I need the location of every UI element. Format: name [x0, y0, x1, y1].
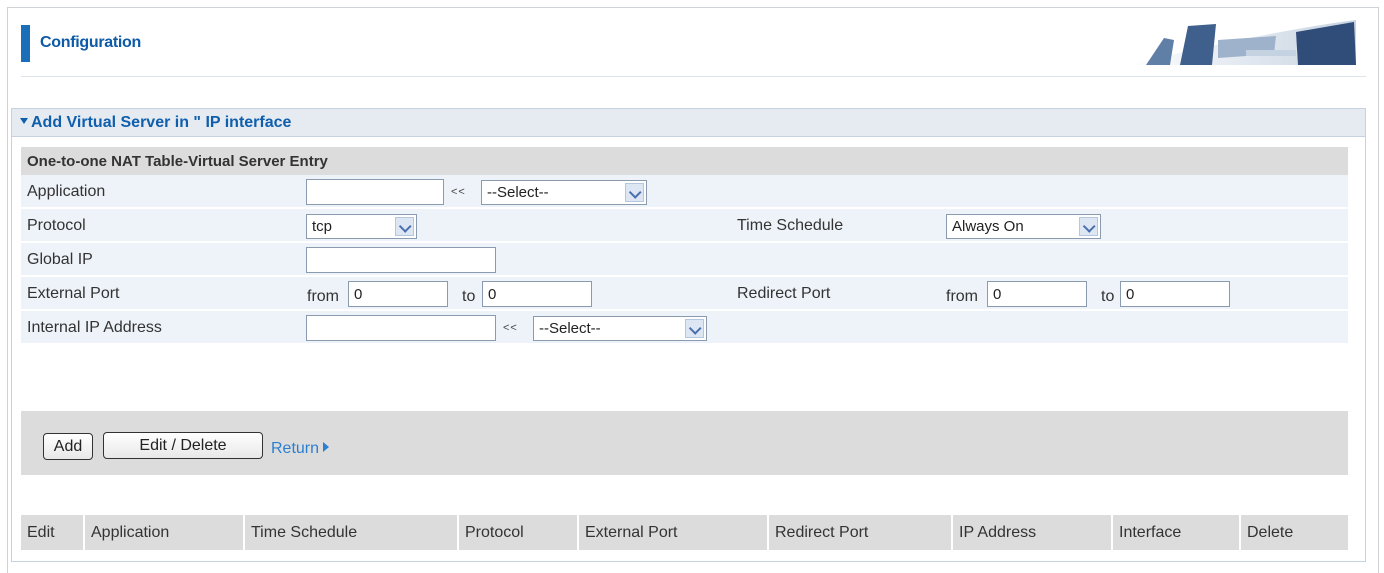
banner-graphic: [1126, 20, 1356, 65]
global-ip-input[interactable]: [306, 247, 496, 273]
chevron-down-icon[interactable]: [685, 319, 704, 338]
button-bar: Add Edit / Delete Return: [21, 411, 1348, 475]
external-from-label: from: [307, 288, 339, 305]
return-link[interactable]: Return: [271, 440, 330, 458]
application-select[interactable]: --Select--: [481, 180, 647, 205]
col-application: Application: [85, 515, 245, 550]
external-port-label: External Port: [27, 285, 120, 302]
col-delete: Delete: [1247, 524, 1294, 541]
redirect-port-label: Redirect Port: [737, 285, 831, 302]
time-schedule-select[interactable]: Always On: [946, 214, 1101, 239]
chevron-down-icon[interactable]: [395, 217, 414, 236]
chevron-down-icon[interactable]: [625, 183, 644, 202]
col-external-port: External Port: [579, 515, 769, 550]
redirect-to-label: to: [1101, 288, 1115, 305]
add-button[interactable]: Add: [43, 433, 93, 460]
global-ip-label: Global IP: [27, 251, 93, 268]
panel-header[interactable]: Add Virtual Server in " IP interface: [12, 109, 1365, 137]
redirect-port-from-input[interactable]: [987, 281, 1087, 307]
chevron-down-icon[interactable]: [1079, 217, 1098, 236]
edit-delete-button[interactable]: Edit / Delete: [103, 432, 263, 459]
external-port-to-input[interactable]: [482, 281, 592, 307]
header-accent-bar: [21, 25, 30, 62]
protocol-label: Protocol: [27, 217, 86, 234]
col-redirect-port: Redirect Port: [769, 515, 953, 550]
col-time-schedule: Time Schedule: [245, 515, 459, 550]
internal-ip-label: Internal IP Address: [27, 319, 162, 336]
application-row: Application << --Select--: [21, 175, 1348, 209]
play-arrow-icon: [323, 442, 330, 452]
copy-arrows: <<: [451, 186, 466, 198]
protocol-row: Protocol tcp Time Schedule Always On: [21, 209, 1348, 243]
redirect-port-to-input[interactable]: [1120, 281, 1230, 307]
internal-ip-select[interactable]: --Select--: [533, 316, 707, 341]
port-row: External Port from to Redirect Port from…: [21, 277, 1348, 311]
protocol-select[interactable]: tcp: [306, 214, 417, 239]
col-interface: Interface: [1113, 515, 1241, 550]
header-divider: [21, 76, 1366, 77]
section-title: One-to-one NAT Table-Virtual Server Entr…: [27, 153, 328, 170]
panel-title: Add Virtual Server in " IP interface: [20, 114, 291, 132]
application-input[interactable]: [306, 179, 444, 205]
section-header: One-to-one NAT Table-Virtual Server Entr…: [21, 147, 1348, 175]
global-ip-row: Global IP: [21, 243, 1348, 277]
application-label: Application: [27, 183, 106, 200]
col-protocol: Protocol: [459, 515, 579, 550]
external-port-from-input[interactable]: [348, 281, 448, 307]
internal-ip-input[interactable]: [306, 315, 496, 341]
copy-arrows: <<: [503, 322, 518, 334]
internal-ip-row: Internal IP Address << --Select--: [21, 311, 1348, 345]
time-schedule-label: Time Schedule: [737, 217, 844, 234]
add-virtual-server-panel: Add Virtual Server in " IP interface One…: [11, 108, 1366, 562]
redirect-from-label: from: [946, 288, 978, 305]
col-ip-address: IP Address: [953, 515, 1113, 550]
col-edit: Edit: [21, 515, 85, 550]
virtual-server-table-header: Edit Application Time Schedule Protocol …: [21, 515, 1348, 550]
external-to-label: to: [462, 288, 476, 305]
collapse-triangle-icon: [20, 118, 28, 124]
page-title: Configuration: [40, 34, 141, 51]
